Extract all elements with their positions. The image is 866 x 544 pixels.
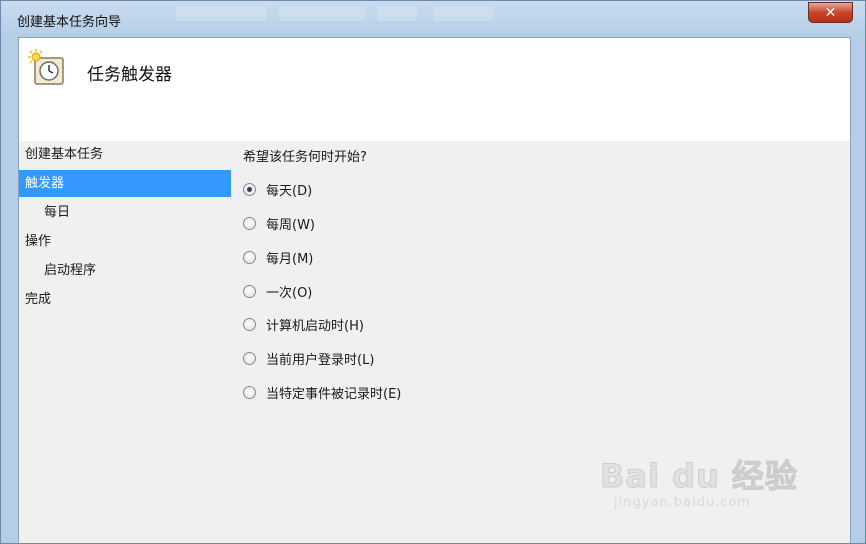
- step-create-basic-task[interactable]: 创建基本任务: [19, 141, 231, 168]
- title-bar[interactable]: 创建基本任务向导 ✕: [1, 1, 865, 37]
- step-daily[interactable]: 每日: [19, 199, 231, 226]
- radio-weekly[interactable]: 每周(W): [243, 213, 315, 233]
- radio-button[interactable]: [243, 250, 256, 264]
- wizard-window: 创建基本任务向导 ✕ 任务触发器 创建基本任务 触发器 每日 操作 启动程序 完…: [0, 0, 866, 544]
- radio-label: 每月(M): [266, 251, 314, 267]
- radio-button[interactable]: [243, 351, 256, 365]
- radio-monthly[interactable]: 每月(M): [243, 247, 313, 267]
- radio-label: 每周(W): [266, 217, 315, 233]
- wizard-client-area: 任务触发器 创建基本任务 触发器 每日 操作 启动程序 完成 希望该任务何时开始…: [18, 37, 851, 543]
- radio-on-startup[interactable]: 计算机启动时(H): [243, 314, 364, 334]
- radio-on-logon[interactable]: 当前用户登录时(L): [243, 348, 374, 368]
- radio-once[interactable]: 一次(O): [243, 281, 312, 301]
- task-clock-icon: [28, 49, 64, 85]
- radio-label: 每天(D): [266, 183, 313, 199]
- radio-button[interactable]: [243, 216, 256, 230]
- radio-label: 一次(O): [266, 285, 313, 301]
- page-title: 任务触发器: [87, 65, 172, 85]
- step-finish[interactable]: 完成: [19, 286, 231, 313]
- baidu-jingyan-watermark: Bai du 经验 jingyan.baidu.com: [600, 443, 800, 523]
- watermark-brand: Bai du 经验: [600, 457, 798, 496]
- close-icon: ✕: [824, 4, 837, 21]
- wizard-steps-nav: 创建基本任务 触发器 每日 操作 启动程序 完成: [19, 141, 231, 315]
- radio-button[interactable]: [243, 284, 256, 298]
- radio-label: 计算机启动时(H): [266, 318, 364, 334]
- radio-button[interactable]: [243, 385, 256, 399]
- watermark-url: jingyan.baidu.com: [614, 495, 751, 510]
- background-tab-ghost: [279, 7, 365, 21]
- radio-label: 当前用户登录时(L): [266, 352, 375, 368]
- background-tab-ghost: [176, 7, 266, 21]
- trigger-question: 希望该任务何时开始?: [243, 150, 367, 165]
- radio-button[interactable]: [243, 182, 256, 196]
- radio-on-event[interactable]: 当特定事件被记录时(E): [243, 382, 401, 402]
- step-start-program[interactable]: 启动程序: [19, 257, 231, 284]
- window-title: 创建基本任务向导: [17, 15, 122, 30]
- background-tab-ghost: [433, 7, 493, 21]
- radio-label: 当特定事件被记录时(E): [266, 386, 402, 402]
- step-trigger[interactable]: 触发器: [19, 170, 231, 197]
- step-action[interactable]: 操作: [19, 228, 231, 255]
- radio-button[interactable]: [243, 317, 256, 331]
- close-button[interactable]: ✕: [808, 2, 853, 23]
- wizard-header: 任务触发器: [19, 38, 850, 141]
- radio-daily[interactable]: 每天(D): [243, 179, 312, 199]
- background-tab-ghost: [377, 7, 417, 21]
